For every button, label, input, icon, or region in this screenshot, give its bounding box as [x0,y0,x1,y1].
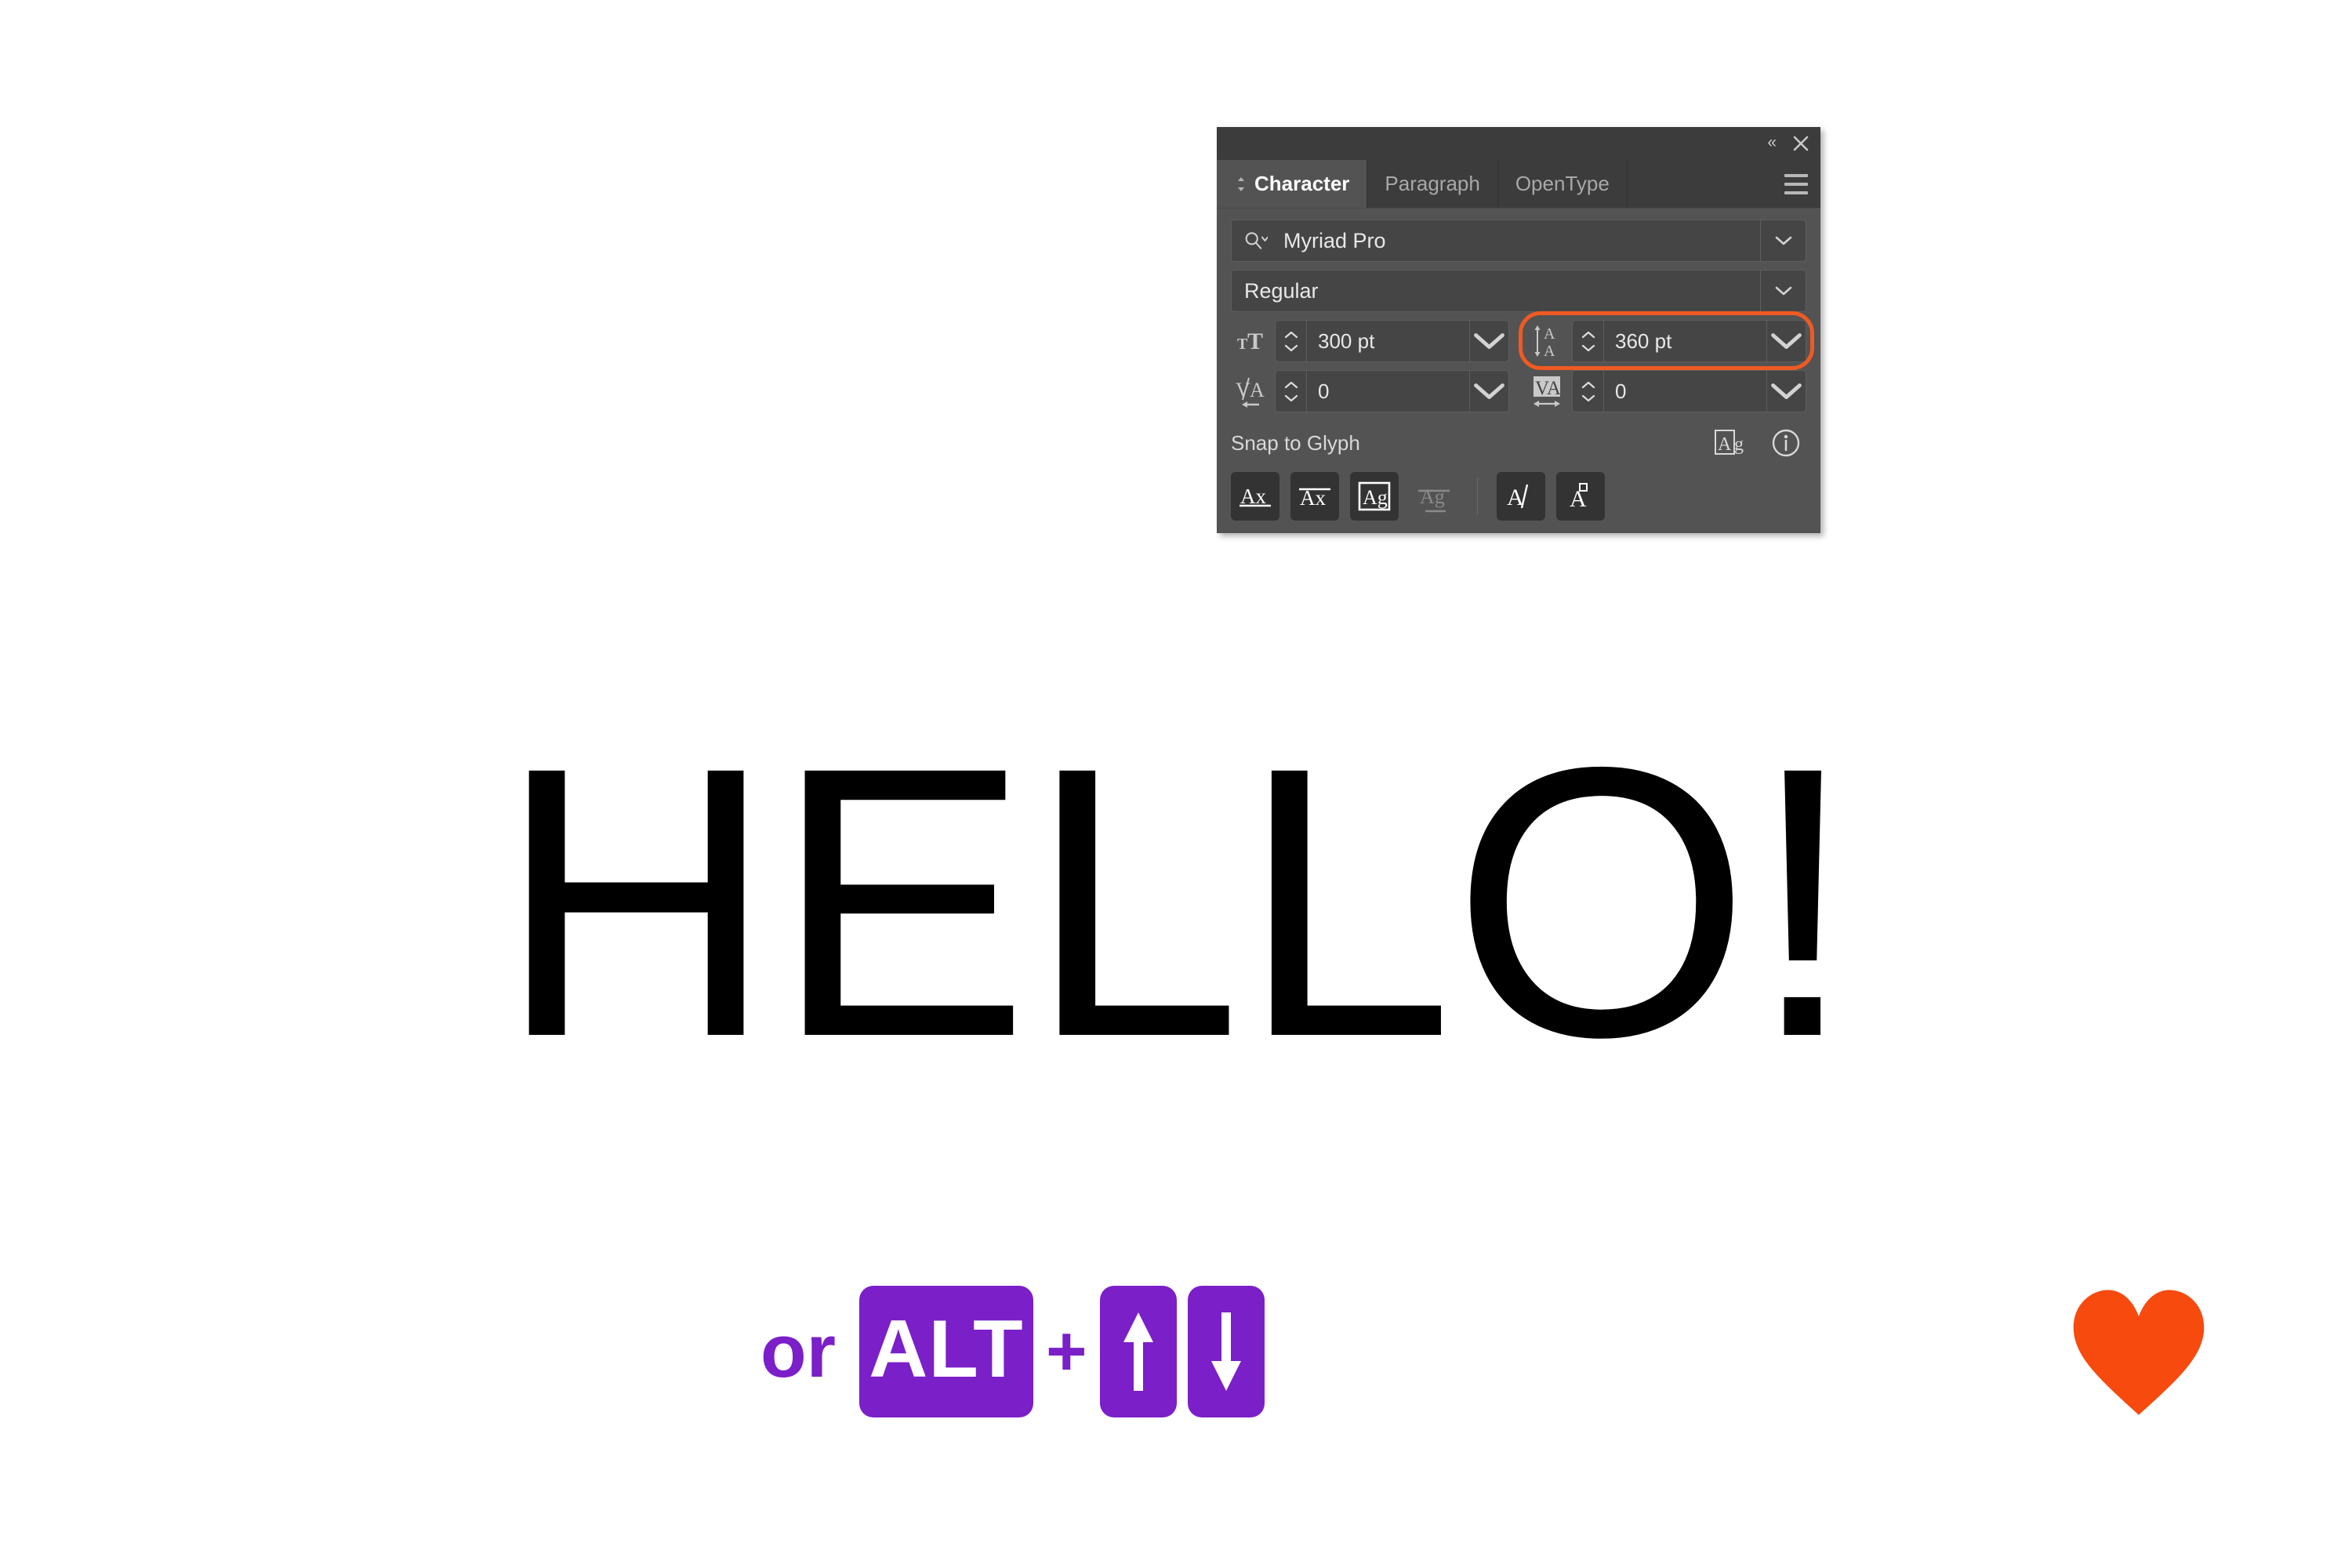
align-cap-height-ax-icon[interactable]: Ax [1290,472,1339,521]
headline-text: HELLO! [497,687,1857,1116]
panel-body: Myriad Pro Regular T T 300 pt A A 360 pt… [1217,209,1820,533]
svg-text:T: T [1247,328,1263,354]
svg-text:Ag: Ag [1363,486,1388,509]
tab-opentype-label: OpenType [1515,172,1610,195]
svg-text:A: A [1544,343,1555,359]
arrow-down-icon [1210,1312,1241,1391]
align-descender-ag-icon: Ag [1410,472,1458,521]
glyph-alignment-buttons: Ax Ax Ag Ag A A [1231,472,1806,521]
font-size-icon: T T [1231,320,1275,362]
key-arrow-down [1187,1286,1265,1417]
tab-character-label: Character [1254,172,1350,195]
tracking-value[interactable]: 0 [1604,371,1766,412]
font-family-value[interactable]: Myriad Pro [1280,220,1760,261]
font-family-field[interactable]: Myriad Pro [1231,220,1806,262]
key-arrow-up [1099,1286,1177,1417]
panel-grip-icon [1234,176,1248,193]
shortcut-or-label: or [760,1309,836,1393]
shortcut-plus-label: + [1046,1312,1087,1391]
kerning-value[interactable]: 0 [1307,371,1469,412]
snap-to-glyph-label: Snap to Glyph [1231,430,1360,455]
kerning-stepper[interactable] [1276,371,1307,412]
leading-chevron-down-icon[interactable] [1766,321,1806,361]
panel-titlebar: « [1217,127,1820,160]
leading-value[interactable]: 360 pt [1604,321,1766,361]
accent-a-icon[interactable]: A [1556,472,1605,521]
kerning-tracking-row: V A 0 VA 0 [1231,370,1806,412]
font-size-value[interactable]: 300 pt [1307,321,1469,361]
info-icon[interactable] [1770,427,1802,459]
font-style-field[interactable]: Regular [1231,270,1806,312]
tab-paragraph[interactable]: Paragraph [1367,160,1498,208]
tracking-icon: VA [1528,370,1572,412]
svg-text:A: A [1718,434,1732,455]
italic-angle-a-icon[interactable]: A [1497,472,1545,521]
svg-text:g: g [1734,434,1744,455]
font-family-chevron-down-icon[interactable] [1760,220,1806,261]
search-icon[interactable] [1232,220,1280,261]
kerning-icon: V A [1231,370,1275,412]
leading-input[interactable]: 360 pt [1572,320,1806,362]
key-alt: ALT [859,1286,1033,1417]
shortcut-hint: or ALT + [760,1286,1265,1417]
font-style-value[interactable]: Regular [1232,270,1760,311]
kerning-input[interactable]: 0 [1275,370,1509,412]
tracking-input[interactable]: 0 [1572,370,1806,412]
svg-text:A: A [1250,379,1265,401]
character-panel: « Character Paragraph OpenType Myriad Pr… [1217,127,1820,533]
font-size-cell: T T 300 pt [1231,320,1509,362]
tabs-spacer [1627,160,1772,208]
arrow-up-icon [1123,1312,1153,1391]
svg-text:Ax: Ax [1240,485,1266,508]
kerning-chevron-down-icon[interactable] [1469,371,1508,412]
font-style-chevron-down-icon[interactable] [1760,270,1806,311]
close-icon[interactable] [1792,135,1809,152]
svg-text:A: A [1544,325,1555,343]
tracking-cell: VA 0 [1528,370,1806,412]
svg-text:Ag: Ag [1420,485,1445,508]
leading-icon: A A [1528,320,1572,362]
align-baseline-ax-icon[interactable]: Ax [1231,472,1279,521]
svg-text:T: T [1237,336,1248,353]
size-leading-row: T T 300 pt A A 360 pt [1231,311,1814,370]
tab-opentype[interactable]: OpenType [1497,160,1628,208]
kerning-cell: V A 0 [1231,370,1509,412]
tab-character[interactable]: Character [1217,160,1368,208]
leading-stepper[interactable] [1573,321,1604,361]
align-em-box-ag-icon[interactable]: Ag [1350,472,1399,521]
hamburger-menu-icon[interactable] [1772,160,1820,208]
snap-to-glyph-row: Snap to Glyph A g [1231,423,1806,463]
tracking-stepper[interactable] [1573,371,1604,412]
leading-cell: A A 360 pt [1519,311,1814,370]
canvas: HELLO! « Character Paragraph OpenType My… [0,0,2352,1568]
panel-tabs: Character Paragraph OpenType [1217,160,1820,209]
collapse-panel-icon[interactable]: « [1767,134,1777,153]
heart-icon [2068,1286,2209,1419]
font-size-input[interactable]: 300 pt [1275,320,1509,362]
ag-preview-icon[interactable]: A g [1714,427,1748,459]
tracking-chevron-down-icon[interactable] [1766,371,1806,412]
svg-text:VA: VA [1535,378,1561,399]
font-size-chevron-down-icon[interactable] [1469,321,1508,361]
glyph-buttons-separator [1477,478,1478,514]
font-size-stepper[interactable] [1276,321,1307,361]
snap-to-glyph-actions: A g [1714,427,1806,459]
tab-paragraph-label: Paragraph [1385,172,1480,195]
svg-text:A: A [1570,486,1587,512]
